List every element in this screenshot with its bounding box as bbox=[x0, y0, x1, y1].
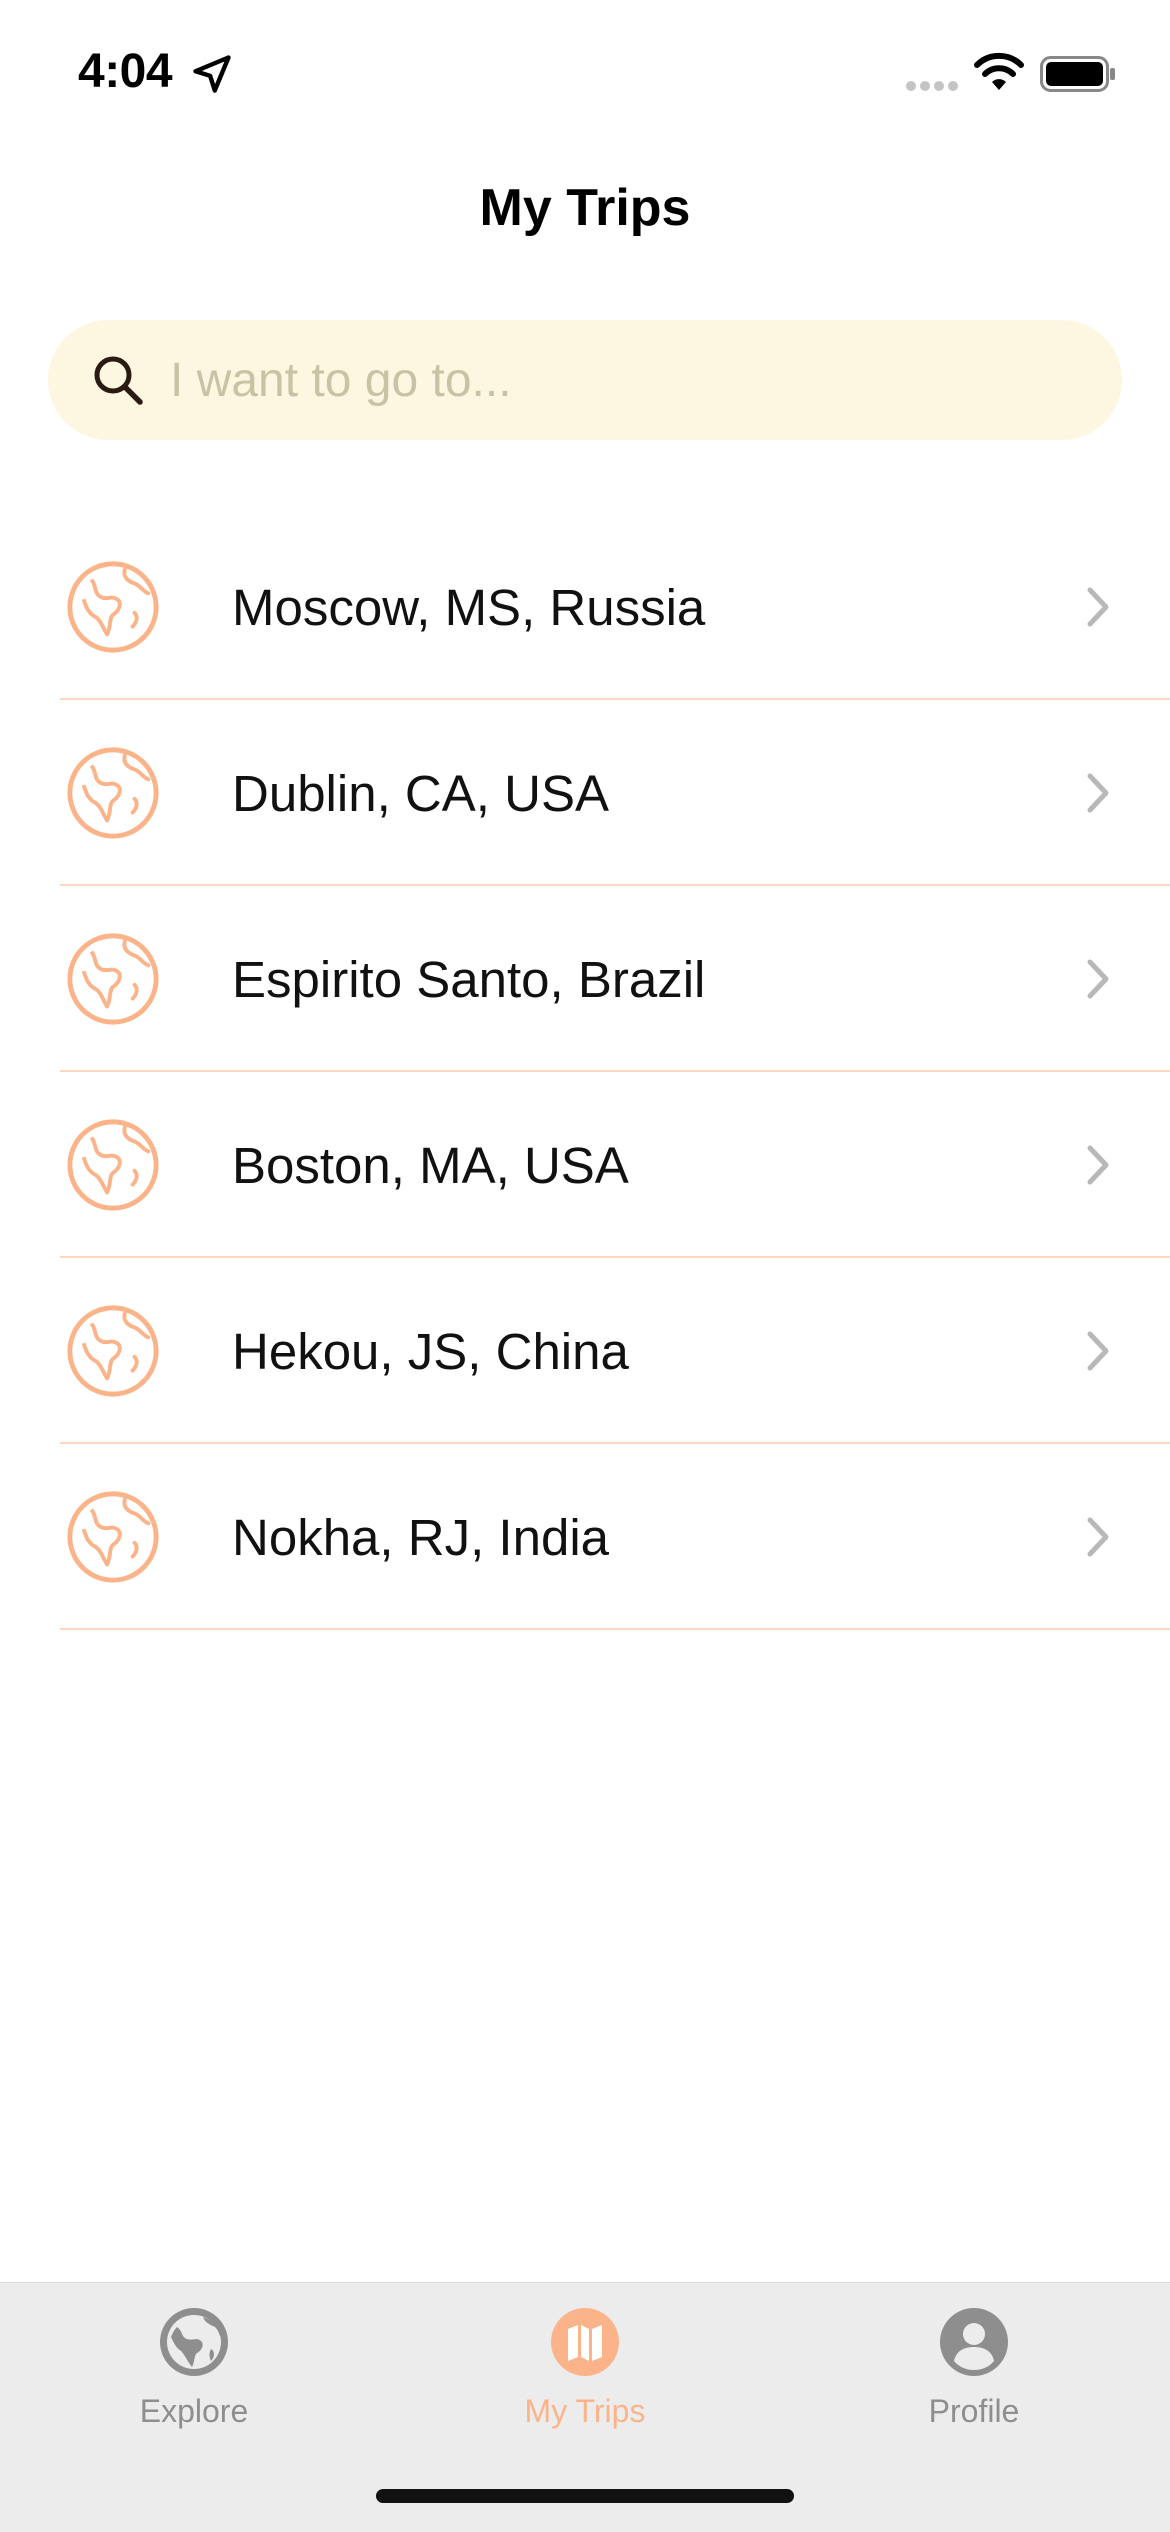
trip-row-moscow[interactable]: Moscow, MS, Russia bbox=[0, 514, 1170, 700]
globe-icon bbox=[67, 747, 159, 839]
chevron-right-icon bbox=[1087, 959, 1109, 999]
tab-label: Explore bbox=[139, 2393, 249, 2429]
trip-list: Moscow, MS, Russia Dublin, CA, USA Espir… bbox=[0, 514, 1170, 1630]
tab-explore[interactable]: Explore bbox=[64, 2305, 324, 2455]
home-indicator bbox=[376, 2489, 794, 2503]
globe-icon bbox=[67, 1119, 159, 1211]
trip-row-boston[interactable]: Boston, MA, USA bbox=[0, 1072, 1170, 1258]
globe-icon bbox=[160, 2308, 228, 2376]
person-icon bbox=[940, 2308, 1008, 2376]
cellular-signal-icon bbox=[906, 81, 958, 91]
search-icon bbox=[94, 356, 143, 405]
trip-label: Moscow, MS, Russia bbox=[232, 579, 706, 636]
location-arrow-icon bbox=[193, 55, 231, 93]
row-divider bbox=[60, 1628, 1170, 1630]
battery-icon bbox=[1040, 56, 1115, 92]
globe-icon bbox=[67, 1305, 159, 1397]
chevron-right-icon bbox=[1087, 773, 1109, 813]
page-title: My Trips bbox=[479, 179, 691, 237]
trip-label: Espirito Santo, Brazil bbox=[232, 951, 706, 1008]
tab-label: My Trips bbox=[524, 2393, 646, 2429]
my-trips-screen: 4:04 My Trips I want to go to... Moscow,… bbox=[0, 0, 1170, 2532]
chevron-right-icon bbox=[1087, 587, 1109, 627]
trip-row-nokha[interactable]: Nokha, RJ, India bbox=[0, 1444, 1170, 1630]
chevron-right-icon bbox=[1087, 1145, 1109, 1185]
globe-icon bbox=[67, 933, 159, 1025]
map-icon bbox=[551, 2308, 619, 2376]
trip-row-espirito-santo[interactable]: Espirito Santo, Brazil bbox=[0, 886, 1170, 1072]
globe-icon bbox=[67, 1491, 159, 1583]
status-time: 4:04 bbox=[78, 45, 173, 98]
tab-my-trips[interactable]: My Trips bbox=[455, 2305, 715, 2455]
wifi-icon bbox=[974, 52, 1024, 90]
trip-label: Dublin, CA, USA bbox=[232, 765, 609, 822]
trip-label: Hekou, JS, China bbox=[232, 1323, 629, 1380]
status-bar: 4:04 bbox=[0, 0, 1170, 150]
search-bar[interactable] bbox=[48, 320, 1122, 440]
tab-profile[interactable]: Profile bbox=[844, 2305, 1104, 2455]
chevron-right-icon bbox=[1087, 1517, 1109, 1557]
trip-label: Boston, MA, USA bbox=[232, 1137, 629, 1194]
trip-row-dublin[interactable]: Dublin, CA, USA bbox=[0, 700, 1170, 886]
tab-label: Profile bbox=[928, 2393, 1020, 2429]
trip-row-hekou[interactable]: Hekou, JS, China bbox=[0, 1258, 1170, 1444]
chevron-right-icon bbox=[1087, 1331, 1109, 1371]
tab-bar: Explore My Trips Profile bbox=[0, 2282, 1170, 2532]
search-input[interactable] bbox=[170, 338, 1070, 422]
trip-label: Nokha, RJ, India bbox=[232, 1509, 610, 1566]
globe-icon bbox=[67, 561, 159, 653]
